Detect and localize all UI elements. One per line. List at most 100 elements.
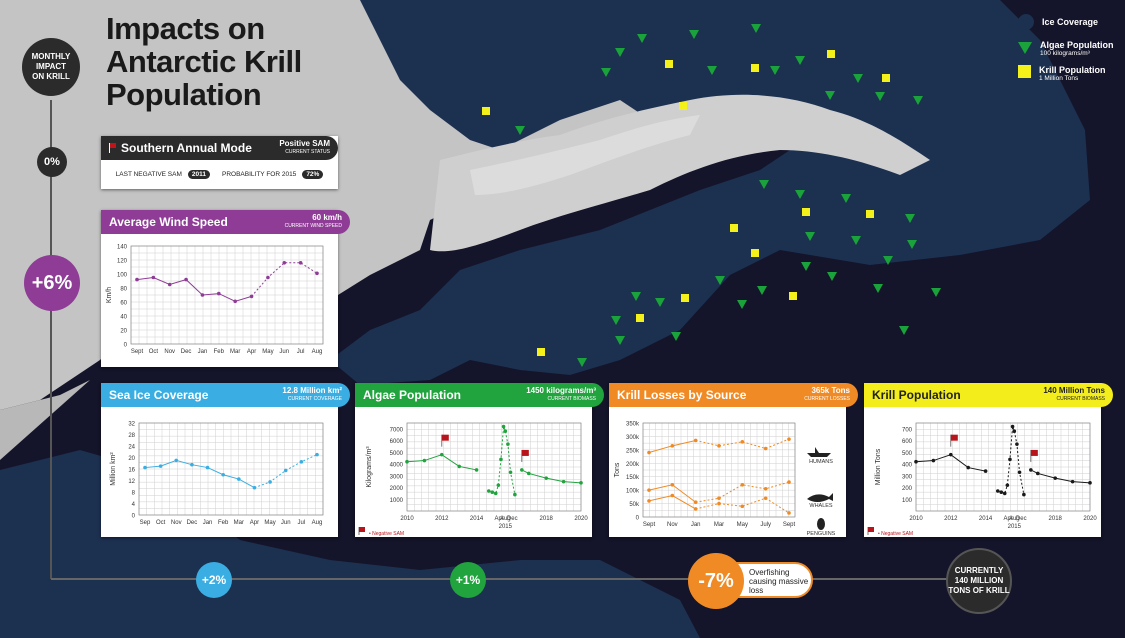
y-tick-label: 700	[902, 427, 913, 433]
y-tick-label: 350k	[626, 422, 640, 428]
y-tick-label: 250k	[626, 448, 640, 454]
ice-point	[174, 458, 179, 463]
x-tick-label: Apr	[250, 520, 259, 526]
series-point	[1012, 429, 1017, 434]
x-tick-label: Sept	[131, 349, 144, 355]
x-tick-label: May	[262, 349, 273, 355]
x-tick-label: Nov	[667, 522, 678, 528]
wind-header: Average Wind Speed 60 km/h CURRENT WIND S…	[101, 210, 350, 234]
y-tick-label: 7000	[390, 427, 404, 433]
x-tick-label: Jul	[298, 520, 306, 526]
chart-grid	[406, 422, 582, 512]
series-point	[440, 452, 444, 457]
y-tick-label: 100	[902, 498, 913, 504]
losses-chart: 0 50k 100k 150k 200k 250k 300k 350k Tons Sept Nov J…	[614, 422, 836, 538]
wind-point	[266, 275, 270, 280]
series-point	[1053, 476, 1057, 480]
loss-point	[787, 511, 791, 515]
y-tick-label: 100	[117, 273, 128, 279]
wind-point	[200, 293, 205, 297]
series-point	[527, 471, 531, 476]
algae-chart: 1000 2000 3000 4000 5000 6000 7000 Kilograms/m³…	[358, 422, 588, 537]
chart-grid	[138, 422, 324, 516]
x-tick-label: Feb	[218, 520, 229, 526]
wind-point	[233, 299, 237, 304]
series-point	[496, 483, 501, 487]
x-tick-label: 2014	[979, 516, 993, 522]
algae-header: Algae Population 1450 kilograms/m³ CURREN…	[355, 383, 604, 407]
y-tick-label: 50k	[629, 502, 640, 508]
losses-panel: Krill Losses by Source 365k Tons CURRENT …	[609, 383, 858, 538]
series-point	[513, 492, 517, 497]
x-tick-label: Jun	[279, 349, 289, 355]
sam-panel: Southern Annual Mode Positive SAM CURRENT…	[101, 136, 338, 189]
series-point	[1022, 492, 1026, 497]
negative-sam-note: • Negative SAM	[878, 531, 913, 537]
y-axis-label: Million Tons	[875, 448, 882, 485]
x-tick-label: Aug	[312, 349, 323, 355]
ice-point	[205, 465, 210, 470]
monthly-impact-header: MONTHLY IMPACT ON KRILL	[22, 38, 80, 96]
x-tick-label: Jul	[297, 349, 305, 355]
x-tick-label: Aug	[312, 520, 323, 526]
series-point	[474, 468, 479, 472]
wind-point	[282, 261, 287, 265]
series-point	[1015, 442, 1019, 446]
wind-point	[315, 271, 319, 276]
loss-point	[740, 482, 745, 487]
series-point	[1070, 479, 1075, 484]
wind-point	[184, 277, 188, 282]
flag-icon	[1030, 449, 1038, 456]
series-point	[544, 476, 548, 480]
wind-chart: 0 20 40 60 80 100 120 140 Km/h Sept Oct Nov Dec Jan Fe…	[106, 245, 324, 355]
x-tick-label: Mar	[234, 520, 244, 526]
y-tick-label: 16	[128, 468, 135, 474]
x-tick-label: Oct	[149, 349, 159, 355]
series-point	[508, 470, 513, 475]
x-tick-label: 2010	[909, 516, 923, 522]
series-point	[1088, 481, 1092, 485]
loss-point	[647, 488, 651, 492]
sam-header: Southern Annual Mode Positive SAM CURRENT…	[101, 136, 338, 160]
x-tick-label: Mar	[714, 522, 724, 528]
x-tick-label: Dec	[507, 516, 518, 522]
x-tick-label: 2012	[944, 516, 958, 522]
algae-panel: Algae Population 1450 kilograms/m³ CURREN…	[355, 383, 604, 537]
y-tick-label: 20	[120, 329, 127, 335]
x-tick-label: Jan	[198, 349, 208, 355]
y-tick-label: 500	[902, 451, 913, 457]
y-tick-label: 3000	[390, 474, 404, 480]
x-tick-label: Apr	[247, 349, 256, 355]
y-tick-label: 1000	[390, 498, 404, 504]
ice-point	[283, 468, 288, 473]
y-tick-label: 24	[128, 445, 135, 451]
loss-point	[740, 440, 745, 444]
losses-impact: -7%	[688, 553, 744, 609]
losses-note: Overfishing causing massive loss	[749, 568, 809, 595]
loss-point	[787, 480, 791, 484]
flag-icon	[441, 434, 449, 441]
flag-icon	[521, 449, 529, 456]
x-tick-label: May	[264, 520, 275, 526]
ice-point	[268, 480, 272, 484]
negative-sam-note: • Negative SAM	[369, 531, 404, 537]
series-point	[1017, 470, 1022, 475]
loss-point	[717, 444, 721, 448]
wind-point	[217, 291, 221, 296]
ice-point	[158, 464, 163, 468]
y-tick-label: 6000	[390, 439, 404, 445]
y-tick-label: 150k	[626, 475, 640, 481]
ice-header: Sea Ice Coverage 12.8 Million km² CURRENT…	[101, 383, 350, 407]
series-point	[999, 490, 1004, 495]
algae-impact: +1%	[450, 562, 486, 598]
x-tick-label: 2010	[400, 516, 414, 522]
series-point	[1010, 424, 1015, 429]
x-tick-label: Sept	[783, 522, 796, 528]
y-tick-label: 8	[132, 491, 136, 497]
x-tick-label: 2020	[574, 516, 588, 522]
x-tick-label: 2012	[435, 516, 449, 522]
series-point	[422, 458, 427, 463]
x-tick-label: May	[737, 522, 748, 528]
series-line	[521, 469, 582, 484]
chart-grid	[915, 422, 1091, 512]
